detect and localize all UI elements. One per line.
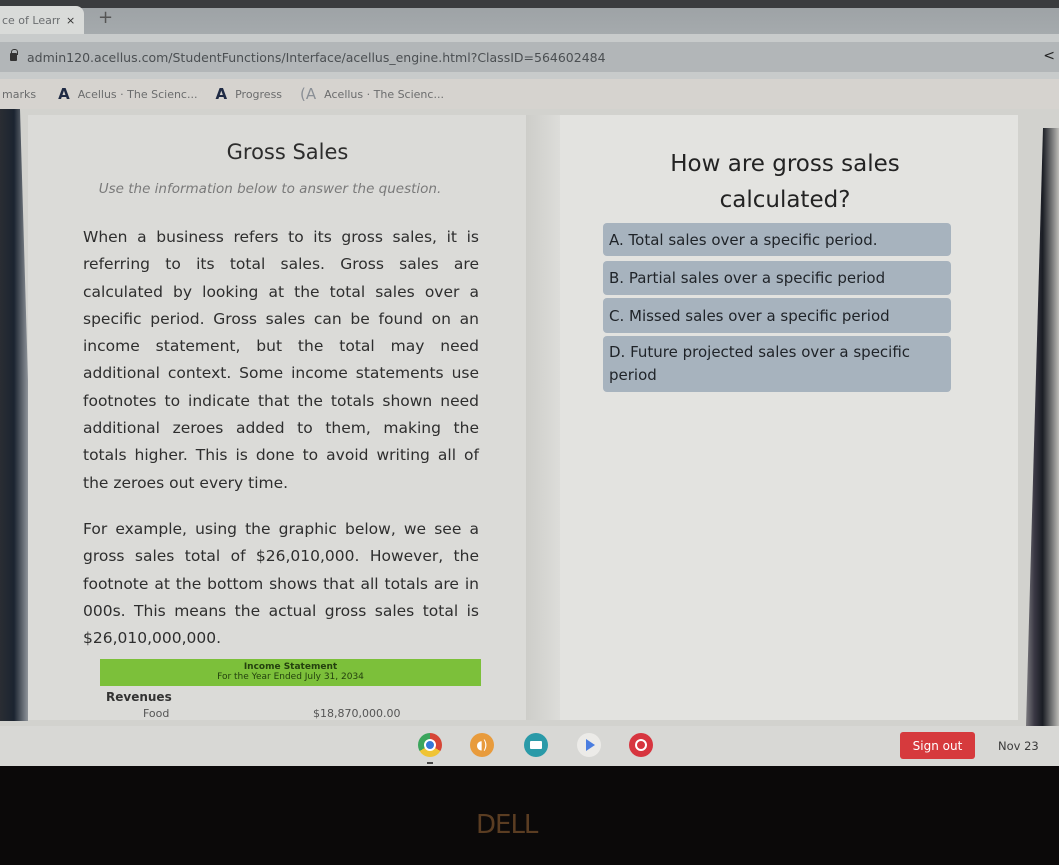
speaker-glyph: ◖) (476, 738, 488, 752)
statement-row-label: Food (143, 707, 170, 720)
statement-row-amount: $18,870,000.00 (313, 707, 401, 720)
tab-strip: ce of Learning × + (0, 0, 1059, 34)
bookmark-label: Acellus · The Scienc... (324, 87, 444, 101)
bookmark-acellus-science-2[interactable]: (A Acellus · The Scienc... (300, 85, 444, 103)
answer-option-a[interactable]: A. Total sales over a specific period. (603, 223, 951, 256)
question-prompt: How are gross sales calculated? (670, 151, 900, 213)
answer-text: D. Future projected sales over a specifi… (609, 343, 911, 384)
answer-option-c[interactable]: C. Missed sales over a specific period (603, 298, 951, 333)
bookmark-label: Progress (235, 87, 283, 101)
back-arrow-icon[interactable]: < (1043, 48, 1055, 64)
bookmarks-label-text: marks (2, 87, 37, 101)
paint-palette-icon[interactable] (629, 733, 653, 757)
url-bar[interactable]: admin120.acellus.com/StudentFunctions/In… (0, 42, 1059, 72)
lock-icon (10, 49, 18, 61)
dell-logo: DELL (476, 810, 538, 840)
acellus-logo-icon: A (58, 85, 70, 103)
revenues-heading: Revenues (106, 690, 172, 704)
chrome-icon[interactable] (418, 733, 442, 757)
answer-option-d[interactable]: D. Future projected sales over a specifi… (603, 336, 951, 392)
bookmark-acellus-science[interactable]: A Acellus · The Scienc... (58, 85, 197, 103)
answer-option-b[interactable]: B. Partial sales over a specific period (603, 261, 951, 295)
screen-app-icon[interactable] (524, 733, 548, 757)
bookmarks-label: marks (2, 88, 36, 101)
answer-text: A. Total sales over a specific period. (609, 230, 878, 249)
acellus-logo-icon: A (215, 85, 228, 103)
bookmark-label: Acellus · The Scienc... (77, 87, 198, 101)
bookmarks-bar: marks A Acellus · The Scienc... A Progre… (0, 79, 1059, 109)
close-tab-icon[interactable]: × (66, 14, 75, 27)
browser-tab[interactable]: ce of Learning × (0, 6, 84, 34)
lesson-paragraph-2: For example, using the graphic below, we… (83, 520, 479, 648)
new-tab-button[interactable]: + (98, 9, 113, 27)
speaker-icon[interactable]: ◖) (470, 733, 494, 757)
income-statement-header: Income Statement For the Year Ended July… (100, 659, 481, 686)
address-bar-row: admin120.acellus.com/StudentFunctions/In… (0, 34, 1059, 79)
bookmark-progress[interactable]: A Progress (215, 85, 282, 103)
sign-out-button[interactable]: Sign out (900, 732, 975, 759)
lesson-title: Gross Sales (226, 140, 349, 164)
lesson-paragraph-1: When a business refers to its gross sale… (83, 228, 479, 492)
answer-text: B. Partial sales over a specific period (609, 269, 886, 287)
income-statement-period: For the Year Ended July 31, 2034 (217, 672, 364, 682)
lesson-instructions: Use the information below to answer the … (98, 181, 442, 197)
tab-title: ce of Learning (2, 13, 60, 27)
answer-text: C. Missed sales over a specific period (609, 306, 890, 325)
play-store-icon[interactable] (577, 733, 601, 757)
active-app-indicator (427, 762, 433, 764)
acellus-outline-logo-icon: (A (300, 85, 317, 103)
date-display[interactable]: Nov 23 (998, 739, 1039, 753)
income-statement-title: Income Statement (243, 662, 338, 672)
url-text[interactable]: admin120.acellus.com/StudentFunctions/In… (27, 50, 606, 65)
